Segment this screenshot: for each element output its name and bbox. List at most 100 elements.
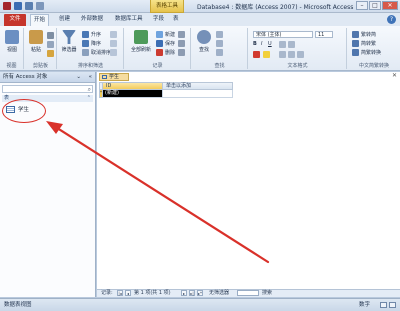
filter-button[interactable]: 筛选器 bbox=[60, 30, 78, 53]
status-bar: 数据表视图 数字 bbox=[0, 298, 400, 311]
sort-ascending-button[interactable]: 升序 bbox=[82, 31, 101, 38]
redo-icon[interactable] bbox=[36, 2, 44, 10]
binoculars-icon bbox=[197, 30, 211, 44]
advanced-button[interactable] bbox=[110, 40, 117, 47]
save-record-button[interactable]: 保存 bbox=[156, 40, 175, 47]
prev-record-button[interactable]: ◂ bbox=[125, 290, 131, 296]
datasheet-view-icon[interactable] bbox=[380, 302, 387, 308]
close-button[interactable]: ✕ bbox=[382, 1, 398, 10]
font-family-select[interactable]: 宋体 (主体) bbox=[253, 31, 313, 38]
record-label: 记录: bbox=[101, 290, 113, 296]
column-header-add[interactable]: 单击以添加 bbox=[163, 82, 233, 90]
window-controls: – □ ✕ bbox=[356, 1, 398, 10]
font-color-button[interactable] bbox=[253, 51, 260, 58]
save-record-icon bbox=[156, 40, 163, 47]
chevron-down-icon[interactable]: ⌄ bbox=[76, 72, 81, 82]
tab-home[interactable]: 开始 bbox=[30, 14, 50, 26]
trad-to-simp-button[interactable]: 繁转简 bbox=[352, 31, 376, 38]
sort-desc-icon bbox=[82, 40, 89, 47]
help-icon[interactable]: ? bbox=[387, 15, 396, 24]
column-header-id[interactable]: ID bbox=[103, 82, 163, 90]
tab-external-data[interactable]: 外部数据 bbox=[78, 14, 106, 26]
view-switcher bbox=[380, 302, 396, 308]
access-app-icon[interactable] bbox=[3, 2, 11, 10]
new-record-nav-button[interactable]: ▸* bbox=[197, 290, 203, 296]
remove-sort-button[interactable]: 取消排序 bbox=[82, 49, 111, 56]
toggle-filter-button[interactable] bbox=[110, 49, 117, 56]
tab-table[interactable]: 表 bbox=[170, 14, 182, 26]
new-record-cell[interactable]: (新建) bbox=[103, 90, 163, 98]
new-record-button[interactable]: 新建 bbox=[156, 31, 175, 38]
group-clipboard: 粘贴 剪贴板 bbox=[25, 28, 57, 69]
italic-button[interactable]: I bbox=[261, 41, 262, 47]
tab-database-tools[interactable]: 数据库工具 bbox=[112, 14, 146, 26]
align-right-icon bbox=[297, 51, 304, 58]
context-tab-table-tools: 表格工具 bbox=[150, 0, 184, 13]
navigation-pane: 所有 Access 对象 ⌄ « ⌕ 表 ⌃ 学生 bbox=[0, 72, 96, 297]
table-row[interactable]: * (新建) bbox=[99, 90, 233, 98]
close-document-icon[interactable]: ✕ bbox=[392, 72, 397, 79]
window-title: Database4 : 数据库 (Access 2007) - Microsof… bbox=[197, 4, 354, 11]
select-button[interactable] bbox=[216, 49, 223, 56]
format-painter-button[interactable] bbox=[47, 50, 54, 57]
highlight-button[interactable] bbox=[263, 51, 270, 58]
sort-descending-button[interactable]: 降序 bbox=[82, 40, 101, 47]
status-numlock: 数字 bbox=[358, 302, 370, 308]
delete-icon bbox=[156, 49, 163, 56]
maximize-button[interactable]: □ bbox=[369, 1, 381, 10]
next-record-button[interactable]: ▸ bbox=[181, 290, 187, 296]
last-record-button[interactable]: ▸| bbox=[189, 290, 195, 296]
replace-icon bbox=[216, 31, 223, 38]
goto-button[interactable] bbox=[216, 40, 223, 47]
indent-icon bbox=[279, 41, 286, 48]
record-navigation-bar: 记录: |◂ ◂ 第 1 项(共 1 项) ▸ ▸| ▸* 无筛选器 搜索 bbox=[97, 289, 400, 297]
cut-button[interactable] bbox=[47, 32, 54, 39]
record-search-input[interactable] bbox=[237, 290, 259, 296]
highlight-icon bbox=[263, 51, 270, 58]
group-views: 视图 视图 bbox=[0, 28, 24, 69]
chinese-conversion-button[interactable]: 简繁转换 bbox=[352, 49, 381, 56]
sigma-icon bbox=[178, 31, 185, 38]
bold-button[interactable]: B bbox=[253, 41, 257, 47]
delete-record-button[interactable]: 删除 bbox=[156, 49, 175, 56]
view-button[interactable]: 视图 bbox=[3, 30, 21, 53]
selection-icon bbox=[110, 31, 117, 38]
new-record-icon bbox=[156, 31, 163, 38]
nav-pane-header[interactable]: 所有 Access 对象 ⌄ « bbox=[0, 72, 95, 83]
ribbon: 视图 视图 粘贴 剪贴板 筛选器 升序 降序 取消排序 排序和筛选 全部刷新 新… bbox=[0, 26, 400, 71]
convert-icon bbox=[352, 49, 359, 56]
find-button[interactable]: 查找 bbox=[195, 30, 213, 53]
design-view-icon[interactable] bbox=[389, 302, 396, 308]
font-size-select[interactable]: 11 bbox=[315, 31, 333, 38]
tab-fields[interactable]: 字段 bbox=[150, 14, 167, 26]
selection-button[interactable] bbox=[110, 31, 117, 38]
replace-button[interactable] bbox=[216, 31, 223, 38]
search-icon: ⌕ bbox=[87, 86, 91, 93]
indent-buttons[interactable] bbox=[279, 41, 295, 48]
first-record-button[interactable]: |◂ bbox=[117, 290, 123, 296]
group-chinese-conversion: 繁转简 简转繁 简繁转换 中文简繁转换 bbox=[348, 28, 400, 69]
record-position[interactable]: 第 1 项(共 1 项) bbox=[134, 290, 171, 297]
underline-button[interactable]: U bbox=[268, 41, 272, 47]
copy-button[interactable] bbox=[47, 41, 54, 48]
table-icon bbox=[102, 75, 107, 79]
filter-status[interactable]: 无筛选器 bbox=[209, 290, 229, 297]
save-icon[interactable] bbox=[14, 2, 22, 10]
empty-cell[interactable] bbox=[163, 90, 233, 98]
totals-button[interactable] bbox=[178, 31, 185, 38]
more-button[interactable] bbox=[178, 49, 185, 56]
minimize-button[interactable]: – bbox=[356, 1, 368, 10]
tab-create[interactable]: 创建 bbox=[56, 14, 73, 26]
simp-to-trad-button[interactable]: 简转繁 bbox=[352, 40, 376, 47]
undo-icon[interactable] bbox=[25, 2, 33, 10]
paste-button[interactable]: 粘贴 bbox=[27, 30, 45, 53]
align-buttons[interactable] bbox=[279, 51, 304, 58]
collapse-pane-icon[interactable]: « bbox=[89, 72, 92, 82]
document-tab-student[interactable]: 学生 bbox=[99, 73, 129, 81]
refresh-all-button[interactable]: 全部刷新 bbox=[129, 30, 153, 53]
spelling-button[interactable] bbox=[178, 40, 185, 47]
document-area: 学生 ✕ ID 单击以添加 * (新建) bbox=[97, 72, 400, 297]
brush-icon bbox=[47, 50, 54, 57]
tab-file[interactable]: 文件 bbox=[4, 14, 26, 26]
nav-search-input[interactable]: ⌕ bbox=[2, 85, 93, 93]
